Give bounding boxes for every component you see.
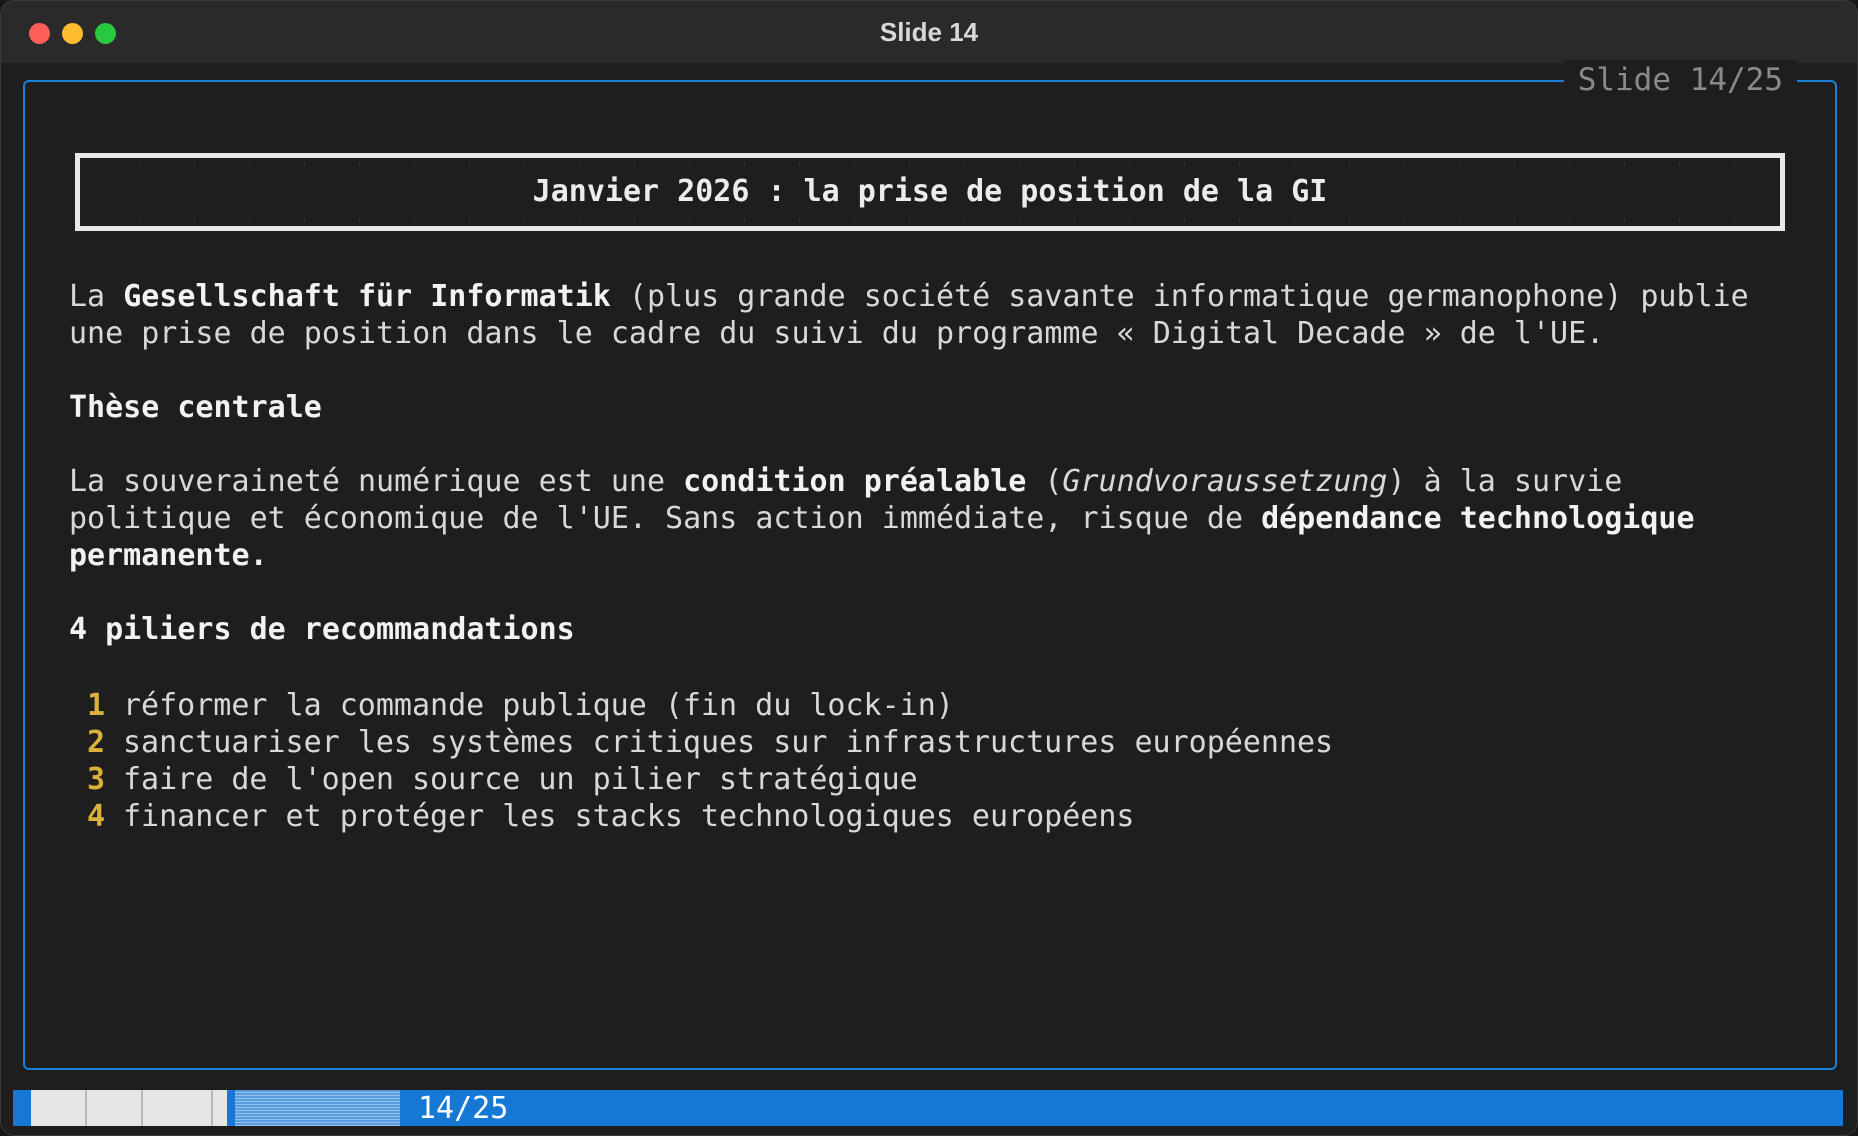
thesis-line-2: politique et économique de l'UE. Sans ac… [69,500,1789,537]
list-item: 4 financer et protéger les stacks technol… [87,798,1333,835]
terminal-window: Slide 14 Slide 14/25 Janvier 2026 : la p… [0,0,1858,1136]
intro-text: La [69,279,124,314]
window-title: Slide 14 [879,17,979,47]
page-indicator: 14/25 [418,1091,509,1126]
list-number: 4 [87,799,106,834]
thesis-text: ( [1026,464,1063,499]
list-text: réformer la commande publique (fin du lo… [123,688,954,723]
thesis-heading: Thèse centrale [69,390,322,425]
thesis-text: ) à la survie [1387,464,1623,499]
slide-area: Slide 14/25 Janvier 2026 : la prise de p… [1,60,1857,1135]
progress-segment [143,1090,211,1126]
organization-name: Gesellschaft für Informatik [123,279,611,314]
list-number: 2 [87,725,106,760]
list-item: 3 faire de l'open source un pilier straté… [87,761,1333,798]
intro-line-2: une prise de position dans le cadre du s… [69,316,1605,351]
thesis-line-3: permanente. [69,538,268,573]
thesis-emphasis: dépendance technologique [1261,501,1695,536]
intro-line-1: La Gesellschaft für Informatik (plus gra… [69,278,1789,315]
list-text: financer et protéger les stacks technolo… [123,799,1135,834]
list-item: 1 réformer la commande publique (fin du l… [87,687,1333,724]
list-text: faire de l'open source un pilier stratég… [123,762,918,797]
list-text: sanctuariser les systèmes critiques sur … [123,725,1334,760]
progress-segment [31,1090,85,1126]
list-number: 1 [87,688,106,723]
progress-segment [213,1090,227,1126]
thesis-emphasis: condition préalable [683,464,1027,499]
progress-segment [87,1090,141,1126]
german-term: Grundvoraussetzung [1062,464,1388,499]
list-item: 2 sanctuariser les systèmes critiques sur… [87,724,1333,761]
thesis-text: La souveraineté numérique est une [69,464,684,499]
slide-title-box: Janvier 2026 : la prise de position de l… [75,153,1785,231]
pillars-heading: 4 piliers de recommandations [69,612,575,647]
thesis-line-1: La souveraineté numérique est une condit… [69,463,1789,500]
title-bar: Slide 14 [1,1,1857,63]
slide-heading: Janvier 2026 : la prise de position de l… [532,174,1328,209]
list-number: 3 [87,762,106,797]
intro-paragraph: La Gesellschaft für Informatik (plus gra… [69,278,1789,352]
slide-counter: Slide 14/25 [1563,60,1797,100]
intro-text: (plus grande société savante informatiqu… [610,279,1749,314]
status-bar: 14/25 [13,1090,1843,1126]
progress-partial [235,1090,400,1126]
thesis-paragraph: La souveraineté numérique est une condit… [69,463,1789,574]
pillars-list: 1 réformer la commande publique (fin du l… [87,687,1333,835]
thesis-text: politique et économique de l'UE. Sans ac… [69,501,1262,536]
